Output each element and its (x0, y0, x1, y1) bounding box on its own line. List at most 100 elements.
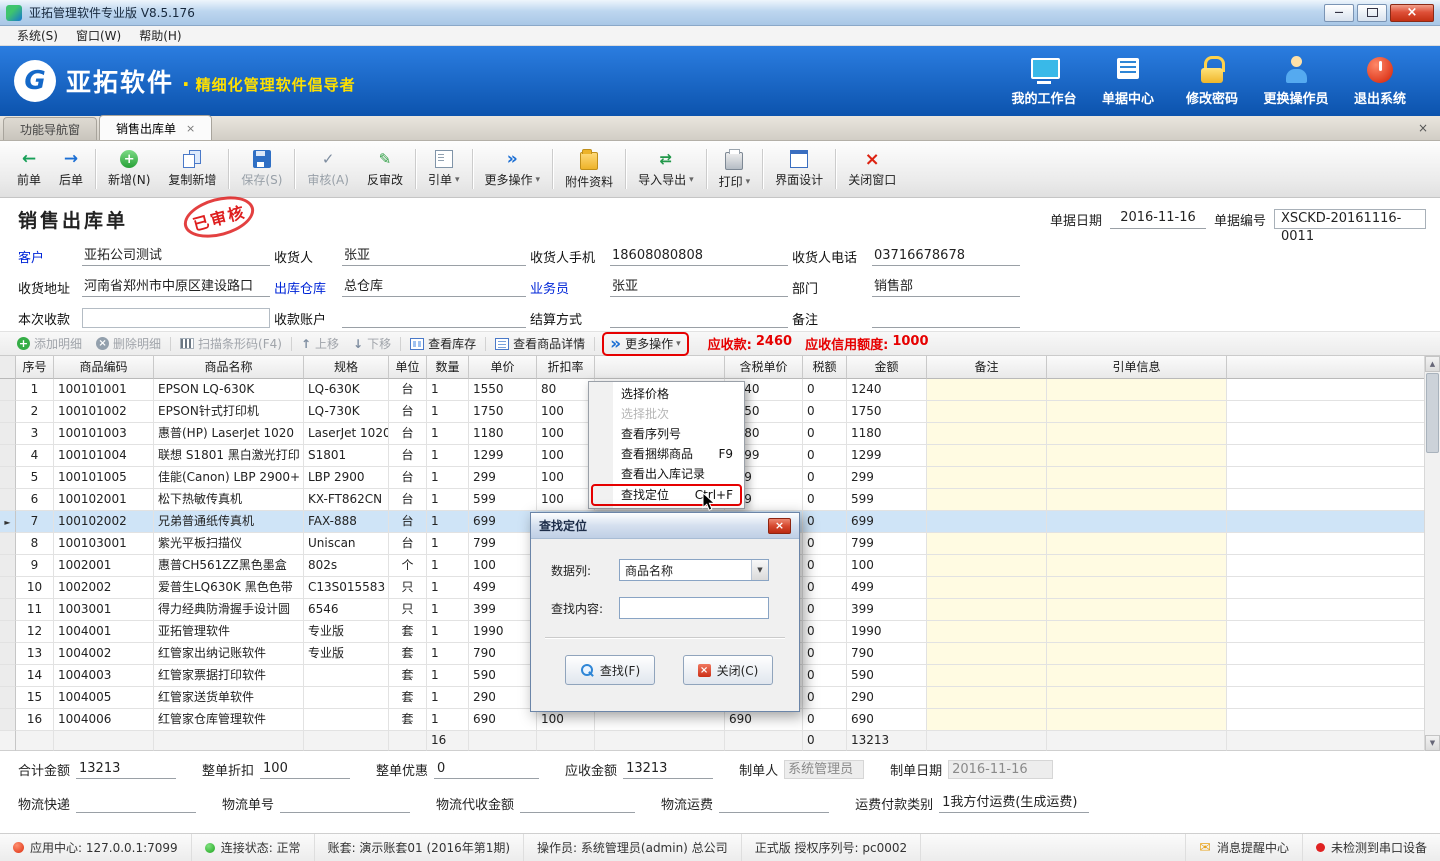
cell-note[interactable] (927, 401, 1047, 423)
cell-unit[interactable]: 台 (389, 511, 427, 533)
cell-ref[interactable] (1047, 665, 1227, 687)
tab-nav-window[interactable]: 功能导航窗 (3, 117, 97, 140)
cell-qty[interactable]: 1 (427, 445, 469, 467)
cell-ref[interactable] (1047, 621, 1227, 643)
cell-price[interactable]: 100 (469, 555, 537, 577)
move-down-button[interactable]: 下移 (346, 333, 398, 354)
cell-seq[interactable]: 7 (16, 511, 54, 533)
cell-name[interactable]: 佳能(Canon) LBP 2900+ (154, 467, 304, 489)
delete-detail-button[interactable]: 删除明细 (89, 333, 168, 354)
cell-tax[interactable]: 0 (803, 533, 847, 555)
consignee-mobile-value[interactable]: 18608080808 (610, 246, 788, 266)
cell-note[interactable] (927, 467, 1047, 489)
cell-note[interactable] (927, 643, 1047, 665)
data-column-select[interactable]: 商品名称 (619, 559, 769, 581)
order-reduction-value[interactable]: 0 (434, 760, 539, 779)
find-button[interactable]: 查找(F) (565, 655, 655, 685)
tabbar-close-icon[interactable] (1418, 121, 1428, 135)
cell-ref[interactable] (1047, 599, 1227, 621)
cell-amount[interactable]: 799 (847, 533, 927, 555)
logistics-freight-value[interactable] (719, 794, 829, 813)
cell-name[interactable]: 红管家送货单软件 (154, 687, 304, 709)
cell-price[interactable]: 799 (469, 533, 537, 555)
cell-tax[interactable]: 0 (803, 665, 847, 687)
cell-price[interactable]: 1299 (469, 445, 537, 467)
view-stock-button[interactable]: 查看库存 (403, 333, 483, 354)
cell-discount[interactable]: 100 (537, 467, 595, 489)
cell-tax[interactable]: 0 (803, 687, 847, 709)
status-message-center[interactable]: 消息提醒中心 (1185, 834, 1302, 861)
cell-discount[interactable]: 100 (537, 709, 595, 731)
toolbar-impexp-button[interactable]: 导入导出 (629, 146, 703, 192)
cell-code[interactable]: 1002001 (54, 555, 154, 577)
cell-discount[interactable]: 100 (537, 489, 595, 511)
cell-seq[interactable]: 3 (16, 423, 54, 445)
cell-note[interactable] (927, 533, 1047, 555)
cell-name[interactable]: 得力经典防滑握手设计圆 (154, 599, 304, 621)
cell-note[interactable] (927, 709, 1047, 731)
cell-price[interactable]: 790 (469, 643, 537, 665)
cell-ref[interactable] (1047, 643, 1227, 665)
cell-spec[interactable]: LQ-730K (304, 401, 389, 423)
header-nav-switch-user[interactable]: 更换操作员 (1256, 56, 1336, 107)
cell-tax[interactable]: 0 (803, 467, 847, 489)
cell-unit[interactable]: 台 (389, 467, 427, 489)
row-selector[interactable] (0, 445, 16, 467)
cell-note[interactable] (927, 599, 1047, 621)
cell-seq[interactable]: 6 (16, 489, 54, 511)
scrollbar-thumb[interactable] (1426, 373, 1439, 453)
cell-code[interactable]: 1002002 (54, 577, 154, 599)
cell-tax[interactable]: 0 (803, 489, 847, 511)
menu-item-view-bundle-product[interactable]: 查看捆绑商品F9 (591, 444, 742, 464)
cell-price[interactable]: 399 (469, 599, 537, 621)
toolbar-design-button[interactable]: 界面设计 (766, 146, 832, 192)
cell-hidden[interactable] (595, 709, 725, 731)
cell-unit[interactable]: 只 (389, 599, 427, 621)
doc-date-field[interactable]: 2016-11-16 (1110, 210, 1206, 229)
col-header-name[interactable]: 商品名称 (154, 356, 304, 379)
total-amount-value[interactable]: 13213 (76, 760, 176, 779)
cell-code[interactable]: 100102001 (54, 489, 154, 511)
cell-unit[interactable]: 套 (389, 709, 427, 731)
cell-code[interactable]: 100101003 (54, 423, 154, 445)
cell-name[interactable]: 松下热敏传真机 (154, 489, 304, 511)
cell-note[interactable] (927, 489, 1047, 511)
department-value[interactable]: 销售部 (872, 277, 1020, 297)
logistics-express-value[interactable] (76, 794, 196, 813)
cell-ref[interactable] (1047, 555, 1227, 577)
cell-qty[interactable]: 1 (427, 401, 469, 423)
cell-qty[interactable]: 1 (427, 467, 469, 489)
row-selector[interactable] (0, 379, 16, 401)
cell-note[interactable] (927, 379, 1047, 401)
cell-amount[interactable]: 1240 (847, 379, 927, 401)
cell-tax[interactable]: 0 (803, 709, 847, 731)
payment-account-value[interactable] (342, 308, 526, 328)
cell-ref[interactable] (1047, 423, 1227, 445)
cell-unit[interactable]: 只 (389, 577, 427, 599)
cell-spec[interactable]: LQ-630K (304, 379, 389, 401)
menu-item-view-stock-records[interactable]: 查看出入库记录 (591, 464, 742, 484)
cell-spec[interactable]: LBP 2900 (304, 467, 389, 489)
row-selector[interactable] (0, 577, 16, 599)
col-header-amount[interactable]: 金额 (847, 356, 927, 379)
settlement-method-value[interactable] (610, 308, 788, 328)
cell-seq[interactable]: 8 (16, 533, 54, 555)
toolbar-print-button[interactable]: 打印 (710, 144, 760, 194)
cell-name[interactable]: 红管家仓库管理软件 (154, 709, 304, 731)
scan-barcode-button[interactable]: 扫描条形码(F4) (173, 333, 289, 354)
cell-unit[interactable]: 台 (389, 423, 427, 445)
row-selector[interactable] (0, 533, 16, 555)
col-header-unit[interactable]: 单位 (389, 356, 427, 379)
cell-spec[interactable] (304, 709, 389, 731)
row-selector[interactable] (0, 621, 16, 643)
col-header-price[interactable]: 单价 (469, 356, 537, 379)
cell-seq[interactable]: 15 (16, 687, 54, 709)
chevron-down-icon[interactable] (751, 560, 768, 580)
cell-code[interactable]: 1004003 (54, 665, 154, 687)
cell-price[interactable]: 1990 (469, 621, 537, 643)
toolbar-attach-button[interactable]: 附件资料 (556, 144, 622, 194)
menubar-item[interactable]: 窗口(W) (67, 26, 130, 45)
cell-unit[interactable]: 套 (389, 621, 427, 643)
row-selector[interactable] (0, 423, 16, 445)
cell-unit[interactable]: 台 (389, 533, 427, 555)
